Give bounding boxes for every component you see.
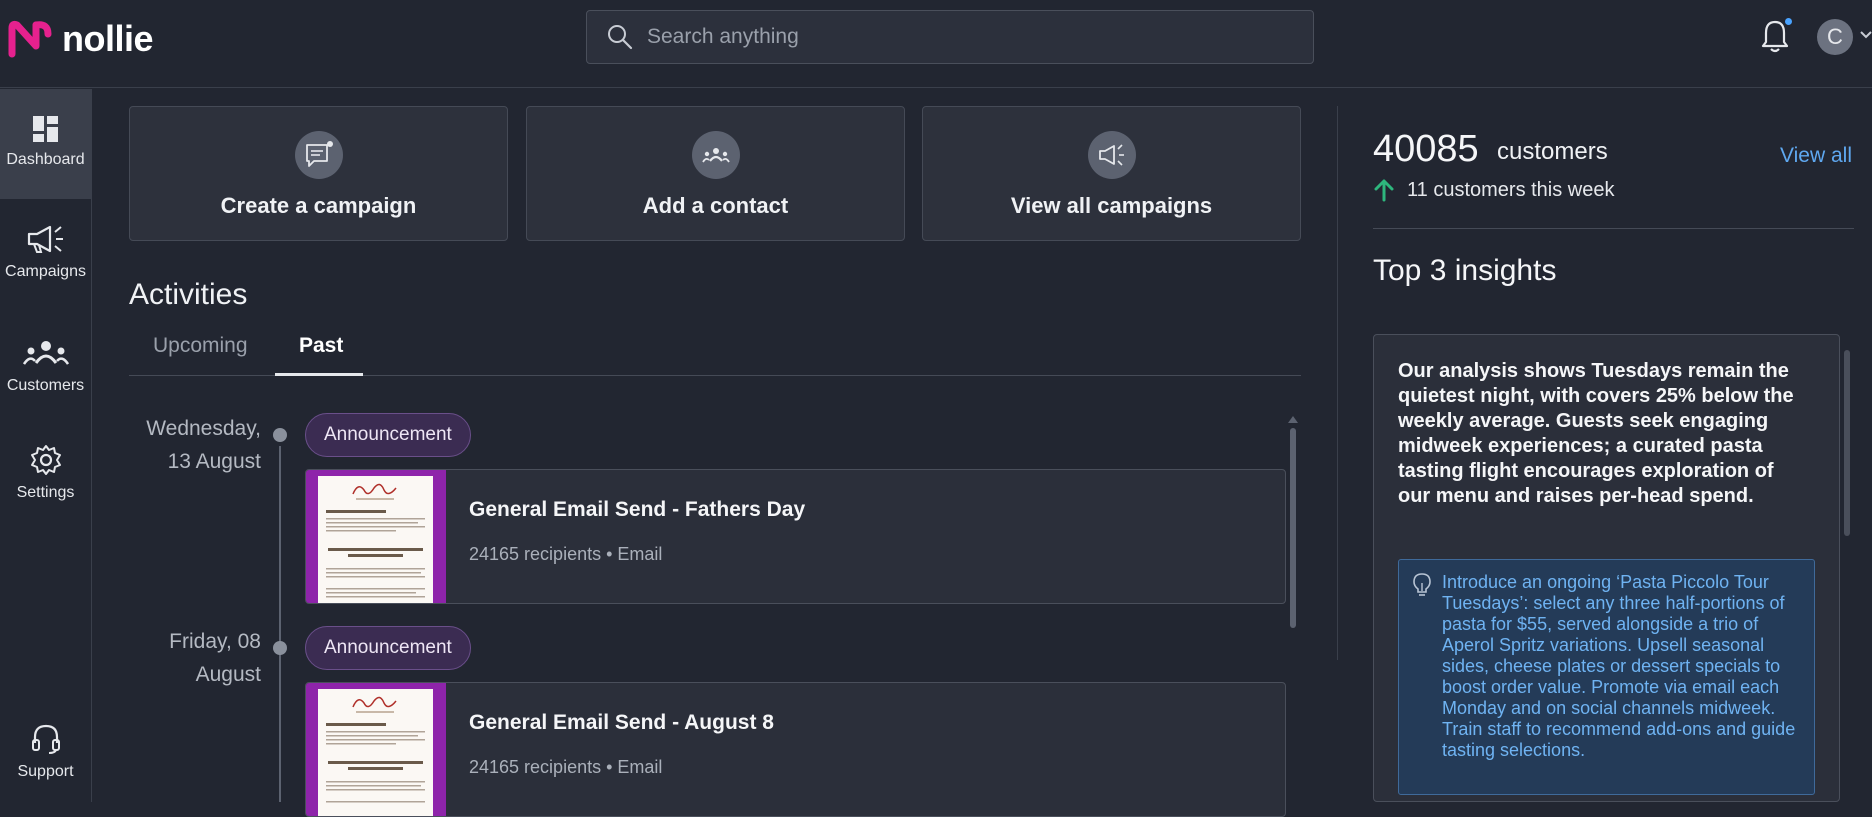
insight-tip: Introduce an ongoing ‘Pasta Piccolo Tour…	[1398, 559, 1815, 795]
date-line: August	[195, 663, 261, 686]
nollie-logo-icon	[8, 20, 52, 58]
email-meta: 24165 recipients • Email	[469, 757, 663, 777]
activities-title: Activities	[129, 278, 248, 311]
email-title: General Email Send - August 8	[469, 711, 774, 734]
scroll-up-arrow[interactable]	[1288, 416, 1298, 423]
insight-text: Our analysis shows Tuesdays remain the q…	[1398, 360, 1794, 507]
sidebar-label-support: Support	[17, 763, 74, 780]
activity-date: Friday, 08 August	[61, 625, 261, 691]
timeline-dot	[273, 428, 287, 442]
customer-count: 40085	[1373, 128, 1479, 170]
sidebar-item-customers[interactable]: Customers	[0, 339, 91, 419]
sidebar-label-campaigns: Campaigns	[5, 263, 86, 280]
customer-count-label: customers	[1497, 138, 1608, 165]
dashboard-icon	[32, 116, 58, 142]
weekly-growth-text: 11 customers this week	[1407, 178, 1615, 201]
message-icon	[294, 131, 343, 179]
insight-card: Our analysis shows Tuesdays remain the q…	[1373, 334, 1840, 802]
timeline-dot	[273, 641, 287, 655]
email-campaign-card[interactable]: General Email Send - Fathers Day 24165 r…	[305, 469, 1286, 604]
panel-divider	[1337, 106, 1338, 660]
search-box[interactable]	[586, 10, 1314, 64]
email-thumbnail	[306, 683, 446, 816]
arrow-up-icon	[1374, 179, 1394, 202]
create-campaign-label: Create a campaign	[220, 193, 417, 218]
view-all-customers-link[interactable]: View all	[1780, 144, 1852, 168]
email-title: General Email Send - Fathers Day	[469, 498, 806, 521]
activity-tabs: Upcoming Past	[129, 330, 1301, 376]
tab-upcoming[interactable]: Upcoming	[153, 334, 248, 358]
email-campaign-card[interactable]: General Email Send - August 8 24165 reci…	[305, 682, 1286, 817]
tab-past[interactable]: Past	[299, 334, 343, 358]
headset-icon	[31, 724, 60, 754]
section-divider	[1373, 228, 1854, 229]
contacts-icon	[691, 131, 740, 179]
search-input[interactable]	[647, 25, 1287, 49]
email-preview-image	[326, 483, 425, 598]
add-contact-card[interactable]: Add a contact	[526, 106, 905, 241]
chevron-down-icon[interactable]	[1860, 30, 1872, 40]
email-thumbnail	[306, 470, 446, 603]
date-line: 13 August	[167, 450, 261, 473]
date-line: Wednesday,	[146, 417, 261, 440]
activity-date: Wednesday, 13 August	[61, 412, 261, 478]
notifications-button[interactable]	[1760, 18, 1792, 56]
sidebar-label-customers: Customers	[6, 377, 85, 394]
lightbulb-icon	[1413, 573, 1431, 596]
email-meta: 24165 recipients • Email	[469, 544, 663, 564]
megaphone-icon	[27, 225, 63, 253]
view-all-campaigns-label: View all campaigns	[1010, 193, 1213, 218]
insight-tip-text: Introduce an ongoing ‘Pasta Piccolo Tour…	[1442, 572, 1796, 760]
insights-scrollbar[interactable]	[1844, 350, 1850, 536]
people-icon	[22, 341, 69, 365]
brand-name: nollie	[62, 18, 154, 59]
gear-icon	[30, 445, 61, 475]
add-contact-label: Add a contact	[642, 193, 789, 218]
user-avatar[interactable]: C	[1817, 19, 1853, 55]
brand-logo[interactable]: nollie	[8, 18, 154, 60]
announcement-badge: Announcement	[305, 626, 471, 670]
sidebar-label-settings: Settings	[16, 484, 75, 501]
email-preview-image	[326, 696, 425, 803]
view-all-campaigns-card[interactable]: View all campaigns	[922, 106, 1301, 241]
active-tab-indicator	[275, 373, 363, 376]
sidebar-label-dashboard: Dashboard	[6, 151, 85, 168]
create-campaign-card[interactable]: Create a campaign	[129, 106, 508, 241]
notification-dot	[1785, 18, 1792, 25]
megaphone-icon	[1087, 131, 1136, 179]
sidebar-item-dashboard[interactable]: Dashboard	[0, 89, 91, 199]
date-line: Friday, 08	[169, 630, 261, 653]
top-header: nollie C	[0, 0, 1872, 88]
activities-scrollbar[interactable]	[1290, 428, 1296, 628]
announcement-badge: Announcement	[305, 413, 471, 457]
timeline-line	[279, 446, 281, 802]
search-icon	[608, 25, 633, 50]
sidebar-item-campaigns[interactable]: Campaigns	[0, 223, 91, 303]
insights-title: Top 3 insights	[1373, 254, 1557, 287]
sidebar-item-support[interactable]: Support	[0, 723, 91, 803]
weekly-growth: 11 customers this week	[1373, 178, 1615, 202]
